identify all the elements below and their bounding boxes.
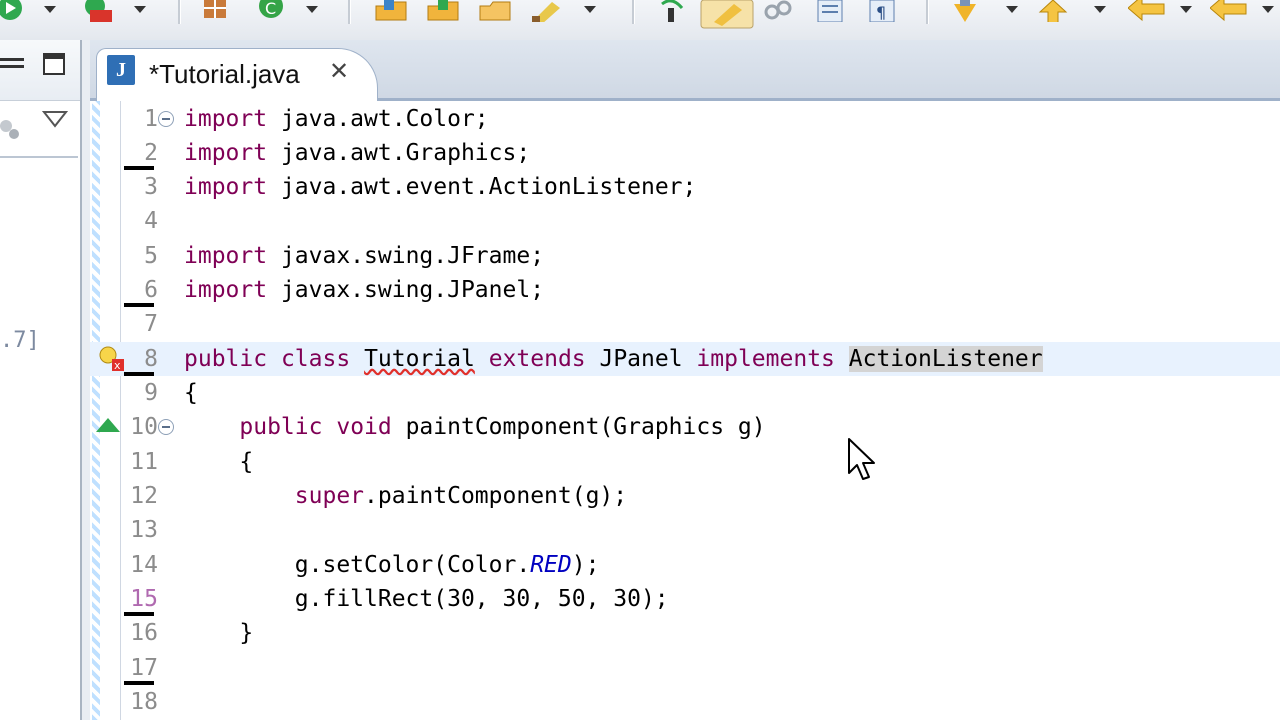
code-text: g.setColor(Color.RED); bbox=[184, 552, 600, 578]
open-type-icon[interactable] bbox=[374, 0, 408, 22]
line-number: 9 bbox=[144, 380, 158, 406]
brush-dropdown-icon[interactable] bbox=[584, 6, 596, 13]
run-dropdown-icon[interactable] bbox=[44, 6, 56, 13]
annotation-icon[interactable] bbox=[950, 0, 980, 22]
view-menu-icon[interactable] bbox=[42, 110, 68, 128]
code-text: import javax.swing.JFrame; bbox=[184, 243, 545, 269]
close-icon[interactable]: ✕ bbox=[329, 57, 349, 85]
code-line[interactable]: 11 { bbox=[90, 445, 1280, 479]
code-line[interactable]: 10 public void paintComponent(Graphics g… bbox=[90, 410, 1280, 444]
code-text: import java.awt.Color; bbox=[184, 106, 489, 132]
code-text: super.paintComponent(g); bbox=[294, 483, 628, 509]
package-explorer-view: .7] bbox=[0, 40, 82, 720]
view-divider bbox=[0, 156, 78, 158]
package-icon[interactable] bbox=[200, 0, 232, 22]
line-number: 8 bbox=[144, 346, 158, 372]
view-header bbox=[0, 40, 80, 101]
refresh-icon[interactable]: C bbox=[255, 0, 287, 22]
code-text: import java.awt.Graphics; bbox=[184, 140, 531, 166]
svg-text:C: C bbox=[265, 0, 276, 18]
main-toolbar: C ¶ bbox=[0, 0, 1280, 40]
run-icon[interactable] bbox=[0, 0, 30, 22]
line-number: 15 bbox=[130, 586, 158, 612]
minimize-icon[interactable] bbox=[0, 54, 28, 74]
line-number: 14 bbox=[130, 552, 158, 578]
code-text: } bbox=[184, 620, 254, 646]
code-line[interactable]: 18 bbox=[90, 685, 1280, 719]
code-text: public void paintComponent(Graphics g) bbox=[239, 414, 766, 440]
code-line[interactable]: 5 import javax.swing.JFrame; bbox=[90, 239, 1280, 273]
debug-dropdown-icon[interactable] bbox=[134, 6, 146, 13]
java-editor: J *Tutorial.java ✕ 1 import java.awt.Col… bbox=[90, 40, 1280, 720]
tab-tutorial-java[interactable]: J *Tutorial.java ✕ bbox=[96, 48, 378, 101]
mouse-pointer-icon bbox=[848, 438, 875, 480]
code-line[interactable]: 15 g.fillRect(30, 30, 50, 30); bbox=[90, 582, 1280, 616]
line-number: 4 bbox=[144, 208, 158, 234]
fold-collapse-icon[interactable] bbox=[158, 111, 174, 127]
quick-diff-marker bbox=[124, 372, 154, 376]
java-file-icon: J bbox=[107, 55, 135, 85]
line-number: 16 bbox=[130, 620, 158, 646]
left-partial-text: .7] bbox=[0, 328, 40, 353]
code-line[interactable]: 3 import java.awt.event.ActionListener; bbox=[90, 170, 1280, 204]
link-icon[interactable] bbox=[762, 0, 794, 22]
code-text: import javax.swing.JPanel; bbox=[184, 277, 545, 303]
code-line[interactable]: 6 import javax.swing.JPanel; bbox=[90, 273, 1280, 307]
code-text: import java.awt.event.ActionListener; bbox=[184, 174, 697, 200]
code-line[interactable]: 7 bbox=[90, 307, 1280, 341]
line-number: 10 bbox=[130, 414, 158, 440]
line-number: 18 bbox=[130, 689, 158, 715]
code-line[interactable]: 14 g.setColor(Color.RED); bbox=[90, 548, 1280, 582]
folder-open-icon[interactable] bbox=[426, 0, 460, 22]
outline-icon[interactable] bbox=[814, 0, 846, 22]
code-line[interactable]: 17 bbox=[90, 651, 1280, 685]
code-text: g.fillRect(30, 30, 50, 30); bbox=[184, 586, 669, 612]
highlight-icon[interactable] bbox=[700, 0, 754, 30]
code-line[interactable]: 4 bbox=[90, 204, 1280, 238]
open-resource-icon[interactable] bbox=[478, 0, 512, 22]
code-area[interactable]: 1 import java.awt.Color; 2 import java.a… bbox=[90, 101, 1280, 720]
line-number: 17 bbox=[130, 655, 158, 681]
code-line[interactable]: 13 bbox=[90, 513, 1280, 547]
up-dropdown-icon[interactable] bbox=[1094, 6, 1106, 13]
line-number: 6 bbox=[144, 277, 158, 303]
code-line[interactable]: 2 import java.awt.Graphics; bbox=[90, 136, 1280, 170]
code-text: { bbox=[184, 380, 198, 406]
line-number: 5 bbox=[144, 243, 158, 269]
line-number: 11 bbox=[130, 449, 158, 475]
paragraph-icon[interactable]: ¶ bbox=[866, 0, 898, 22]
code-line[interactable]: 16 } bbox=[90, 616, 1280, 650]
back-dropdown-icon[interactable] bbox=[1180, 6, 1192, 13]
maximize-icon[interactable] bbox=[42, 52, 68, 78]
fold-collapse-icon[interactable] bbox=[158, 419, 174, 435]
tab-title: *Tutorial.java bbox=[149, 59, 300, 89]
up-icon[interactable] bbox=[1038, 0, 1068, 22]
line-number: 1 bbox=[144, 106, 158, 132]
line-number: 3 bbox=[144, 174, 158, 200]
code-line[interactable]: 1 import java.awt.Color; bbox=[90, 102, 1280, 136]
line-number: 7 bbox=[144, 311, 158, 337]
collapse-icon[interactable] bbox=[0, 116, 24, 142]
refresh-dropdown-icon[interactable] bbox=[306, 6, 318, 13]
forward-icon[interactable] bbox=[1210, 0, 1250, 22]
step-icon[interactable] bbox=[656, 0, 688, 22]
annotation-dropdown-icon[interactable] bbox=[1006, 6, 1018, 13]
forward-dropdown-icon[interactable] bbox=[1262, 6, 1274, 13]
code-text: { bbox=[184, 449, 254, 475]
code-text: public class Tutorial extends JPanel imp… bbox=[184, 346, 1043, 372]
line-number: 12 bbox=[130, 483, 158, 509]
debug-icon[interactable] bbox=[80, 0, 120, 22]
code-line-current[interactable]: x 8 public class Tutorial extends JPanel… bbox=[90, 342, 1280, 376]
brush-icon[interactable] bbox=[530, 0, 564, 22]
back-icon[interactable] bbox=[1128, 0, 1168, 22]
line-number: 13 bbox=[130, 517, 158, 543]
svg-text:¶: ¶ bbox=[876, 3, 886, 22]
line-number: 2 bbox=[144, 140, 158, 166]
editor-tab-bar: J *Tutorial.java ✕ bbox=[90, 40, 1280, 101]
code-line[interactable]: 9 { bbox=[90, 372, 1280, 410]
code-line[interactable]: 12 super.paintComponent(g); bbox=[90, 479, 1280, 513]
